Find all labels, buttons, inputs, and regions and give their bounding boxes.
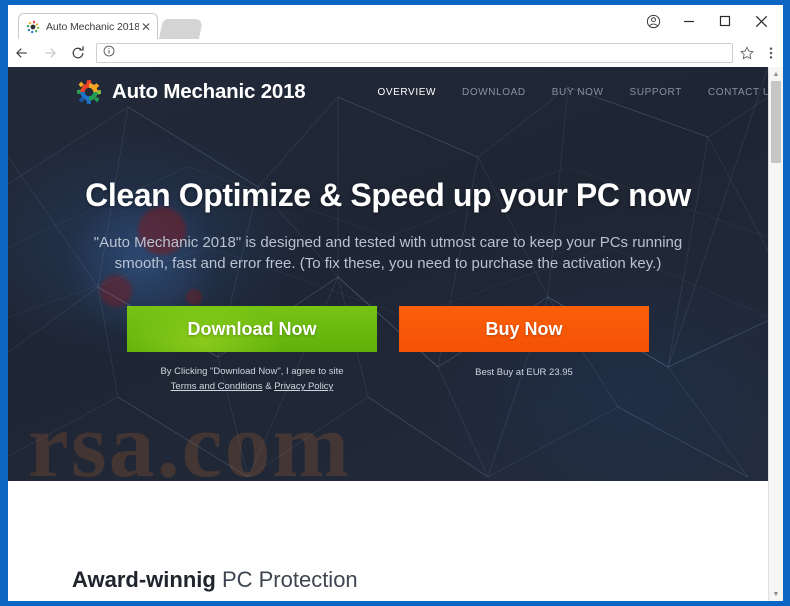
window-close-icon[interactable] [743, 8, 779, 34]
nav-item-download[interactable]: DOWNLOAD [462, 87, 526, 98]
nav-item-overview[interactable]: OVERVIEW [378, 87, 437, 98]
brand-logo-link[interactable]: Auto Mechanic 2018 [76, 79, 306, 105]
hero-subtitle: "Auto Mechanic 2018" is designed and tes… [93, 234, 683, 272]
nav-item-contact-us[interactable]: CONTACT US [708, 87, 768, 98]
hero-content: Clean Optimize & Speed up your PC now "A… [8, 177, 768, 394]
browser-window: Auto Mechanic 2018- Do ✕ [8, 5, 783, 601]
inactive-tab-stub[interactable] [158, 19, 204, 39]
scroll-up-icon[interactable]: ▲ [769, 67, 783, 81]
consent-text-block: By Clicking "Download Now", I agree to s… [127, 364, 377, 394]
reload-icon[interactable] [64, 40, 92, 66]
section-title-rest: PC Protection [215, 567, 358, 592]
browser-toolbar [8, 39, 783, 68]
browser-tab[interactable]: Auto Mechanic 2018- Do ✕ [18, 13, 158, 39]
buy-now-button[interactable]: Buy Now [399, 306, 649, 352]
terms-and-conditions-link[interactable]: Terms and Conditions [171, 381, 263, 392]
star-icon[interactable] [735, 40, 759, 66]
hero-buttons: Download Now Buy Now [8, 306, 768, 352]
hero-fineprint: By Clicking "Download Now", I agree to s… [8, 364, 768, 394]
hero-section: Auto Mechanic 2018 OVERVIEW DOWNLOAD BUY… [8, 67, 768, 481]
hero-title: Clean Optimize & Speed up your PC now [85, 177, 691, 213]
nav-item-buy-now[interactable]: BUY NOW [552, 87, 604, 98]
ampersand: & [265, 381, 272, 392]
consent-text: By Clicking "Download Now", I agree to s… [160, 366, 344, 377]
nav-item-support[interactable]: SUPPORT [630, 87, 682, 98]
scroll-down-icon[interactable]: ▼ [769, 587, 783, 601]
gear-logo-icon [26, 20, 40, 34]
tab-close-icon[interactable]: ✕ [139, 20, 153, 34]
forward-arrow-icon[interactable] [36, 40, 64, 66]
features-section: Award-winnig PC Protection [8, 481, 768, 601]
browser-window-frame: Auto Mechanic 2018- Do ✕ [0, 0, 790, 606]
page-info-icon[interactable] [103, 44, 115, 62]
window-controls [635, 7, 779, 35]
browser-titlebar: Auto Mechanic 2018- Do ✕ [8, 5, 783, 39]
address-bar[interactable] [96, 43, 733, 63]
section-title: Award-winnig PC Protection [72, 567, 358, 593]
profile-icon[interactable] [635, 8, 671, 34]
site-nav: OVERVIEW DOWNLOAD BUY NOW SUPPORT CONTAC… [378, 87, 769, 98]
site-header: Auto Mechanic 2018 OVERVIEW DOWNLOAD BUY… [8, 67, 768, 117]
page-scrollbar[interactable]: ▲ ▼ [768, 67, 783, 601]
privacy-policy-link[interactable]: Privacy Policy [274, 381, 333, 392]
download-now-button[interactable]: Download Now [127, 306, 377, 352]
brand-name: Auto Mechanic 2018 [112, 80, 306, 103]
minimize-icon[interactable] [671, 8, 707, 34]
maximize-icon[interactable] [707, 8, 743, 34]
web-page: Auto Mechanic 2018 OVERVIEW DOWNLOAD BUY… [8, 67, 768, 601]
section-title-bold: Award-winnig [72, 567, 216, 592]
tab-title: Auto Mechanic 2018- Do [46, 20, 139, 33]
gear-logo-icon [76, 79, 102, 105]
back-arrow-icon[interactable] [8, 40, 36, 66]
three-dot-menu-icon[interactable] [759, 40, 783, 66]
scrollbar-thumb[interactable] [771, 81, 781, 163]
site-watermark: rsa.com [28, 394, 352, 481]
price-text: Best Buy at EUR 23.95 [475, 367, 573, 378]
page-viewport: Auto Mechanic 2018 OVERVIEW DOWNLOAD BUY… [8, 67, 783, 601]
